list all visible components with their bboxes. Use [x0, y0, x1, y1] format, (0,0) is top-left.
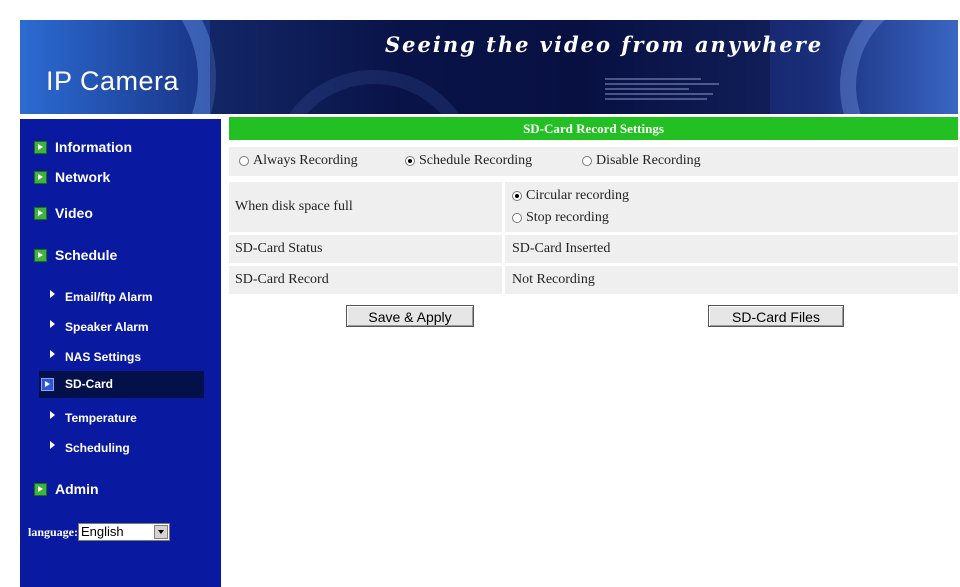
nav-label: NAS Settings [65, 350, 142, 364]
menu-arrow-icon [34, 170, 47, 184]
submenu-arrow-icon [50, 290, 55, 298]
menu-arrow-icon [34, 482, 47, 496]
nav-label: Email/ftp Alarm [65, 290, 153, 304]
mode-label: Always Recording [253, 153, 358, 168]
mode-label: Schedule Recording [419, 153, 533, 168]
sidebar: Information Network Video Schedule Email… [20, 119, 221, 587]
nav-speaker-alarm[interactable]: Speaker Alarm [50, 320, 149, 334]
option-label: Circular recording [526, 188, 630, 203]
sd-status-row: SD-Card Status SD-Card Inserted [229, 235, 958, 263]
nav-temperature[interactable]: Temperature [50, 411, 137, 425]
nav-label: SD-Card [65, 377, 114, 391]
column-divider [502, 182, 505, 232]
disk-full-row: When disk space full Circular recording … [229, 182, 958, 232]
nav-sd-card[interactable]: SD-Card [39, 371, 204, 398]
nav-label: Video [55, 205, 93, 221]
menu-arrow-icon [34, 206, 47, 220]
banner-fine-print [605, 78, 725, 103]
mode-schedule-recording[interactable]: Schedule Recording [405, 153, 532, 169]
chevron-down-icon[interactable] [154, 525, 169, 539]
language-selector: language: English [28, 523, 171, 541]
submenu-arrow-icon [50, 411, 55, 419]
sd-card-files-button[interactable]: SD-Card Files [708, 305, 844, 327]
column-divider [502, 235, 505, 263]
submenu-arrow-icon [50, 320, 55, 328]
nav-video[interactable]: Video [34, 205, 93, 221]
nav-information[interactable]: Information [34, 139, 132, 155]
radio-button[interactable] [405, 156, 415, 166]
nav-email-ftp-alarm[interactable]: Email/ftp Alarm [50, 290, 153, 304]
option-circular-recording[interactable]: Circular recording [512, 188, 629, 204]
sd-record-row: SD-Card Record Not Recording [229, 266, 958, 294]
brand-logo: IP Camera [46, 66, 180, 96]
disk-full-label: When disk space full [235, 199, 353, 214]
option-label: Stop recording [526, 210, 609, 225]
menu-arrow-icon [34, 248, 47, 262]
mode-disable-recording[interactable]: Disable Recording [582, 153, 701, 169]
nav-schedule[interactable]: Schedule [34, 247, 117, 263]
radio-button[interactable] [512, 213, 522, 223]
sd-record-label: SD-Card Record [235, 272, 329, 287]
mode-label: Disable Recording [596, 153, 701, 168]
sd-status-value: SD-Card Inserted [512, 241, 611, 256]
nav-label: Information [55, 139, 132, 155]
mode-always-recording[interactable]: Always Recording [239, 153, 358, 169]
banner-tagline: Seeing the video from anywhere [385, 32, 824, 57]
submenu-arrow-icon [50, 350, 55, 358]
radio-button[interactable] [239, 156, 249, 166]
submenu-arrow-icon [41, 378, 54, 391]
language-value: English [81, 524, 124, 539]
nav-label: Scheduling [65, 441, 130, 455]
radio-button[interactable] [512, 191, 522, 201]
nav-scheduling[interactable]: Scheduling [50, 441, 130, 455]
radio-button[interactable] [582, 156, 592, 166]
nav-label: Temperature [65, 411, 137, 425]
language-select[interactable]: English [78, 523, 171, 541]
menu-arrow-icon [34, 140, 47, 154]
submenu-arrow-icon [50, 441, 55, 449]
recording-mode-row: Always Recording Schedule Recording Disa… [229, 147, 958, 176]
language-label: language: [28, 524, 79, 539]
nav-label: Network [55, 169, 111, 185]
nav-label: Schedule [55, 247, 118, 263]
nav-nas-settings[interactable]: NAS Settings [50, 350, 141, 364]
nav-label: Admin [55, 481, 99, 497]
nav-admin[interactable]: Admin [34, 481, 99, 497]
sd-record-value: Not Recording [512, 272, 595, 287]
column-divider [502, 266, 505, 294]
header-banner: IP Camera Seeing the video from anywhere [20, 20, 958, 114]
panel-title: SD-Card Record Settings [229, 117, 958, 140]
nav-network[interactable]: Network [34, 169, 110, 185]
nav-label: Speaker Alarm [65, 320, 149, 334]
save-apply-button[interactable]: Save & Apply [346, 305, 474, 327]
option-stop-recording[interactable]: Stop recording [512, 210, 609, 226]
banner-decoration [840, 20, 958, 114]
sd-status-label: SD-Card Status [235, 241, 323, 256]
